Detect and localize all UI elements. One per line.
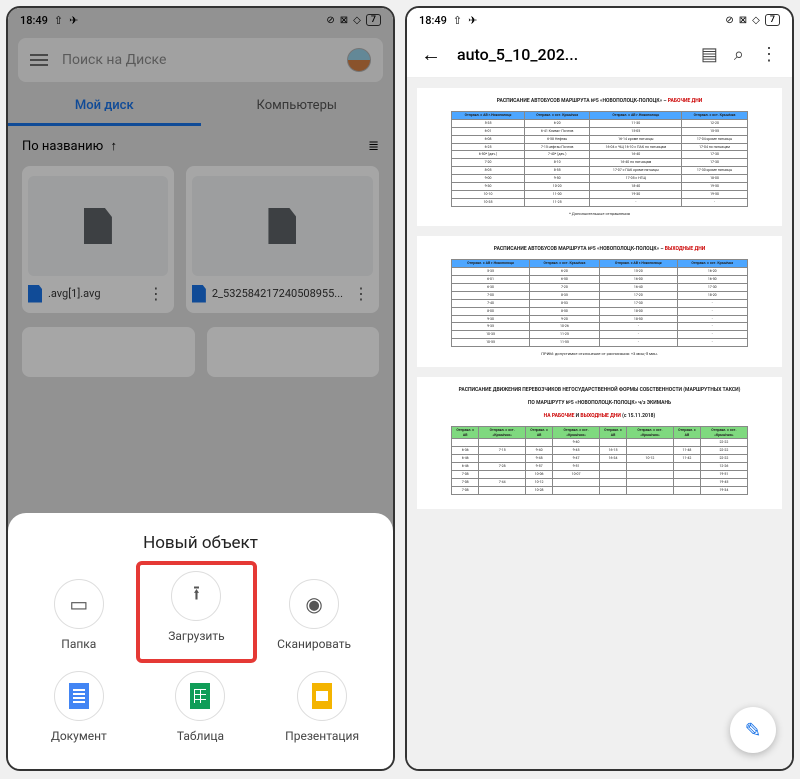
sort-button[interactable]: По названию ↑	[22, 138, 117, 154]
camera-icon: ◉	[289, 579, 339, 629]
back-icon[interactable]: ←	[421, 42, 441, 67]
folder-icon: ▭	[54, 579, 104, 629]
file-card[interactable]: 2_532584217240508955... ⋮	[186, 166, 379, 313]
sheet-upload-button[interactable]: ⭱ Загрузить	[136, 561, 258, 663]
docs-icon	[54, 671, 104, 721]
close-box-icon: ⊠	[739, 15, 747, 26]
view-toggle-icon[interactable]: ≣	[368, 139, 379, 154]
drive-tabs: Мой диск Компьютеры	[8, 88, 393, 126]
doc-page-3: РАСПИСАНИЕ ДВИЖЕНИЯ ПЕРЕВОЗЧИКОВ НЕГОСУД…	[417, 377, 782, 509]
dnd-icon: ⊘	[725, 15, 733, 26]
sheet-folder-button[interactable]: ▭ Папка	[18, 571, 140, 663]
file-type-icon	[28, 285, 42, 303]
doc-toolbar: ← auto_5_10_202... ▤ ⌕ ⋮	[407, 32, 792, 78]
phone-viewer: 18:49 ⇧ ✈ ⊘ ⊠ ◇ 7 ← auto_5_10_202... ▤ ⌕…	[405, 6, 794, 771]
search-in-doc-icon[interactable]: ⌕	[734, 44, 744, 65]
file-name: 2_532584217240508955...	[212, 287, 343, 300]
dnd-icon: ⊘	[326, 15, 334, 26]
battery-icon: 7	[765, 14, 780, 26]
doc-filename: auto_5_10_202...	[457, 45, 685, 64]
sheet-sheet-button[interactable]: Таблица	[140, 663, 262, 755]
wifi-icon: ◇	[752, 15, 760, 26]
doc-page-1: РАСПИСАНИЕ АВТОБУСОВ МАРШРУТА №5 «НОВОПО…	[417, 88, 782, 226]
file-card-peek[interactable]	[22, 327, 195, 377]
doc-page-2: РАСПИСАНИЕ АВТОБУСОВ МАРШРУТА №5 «НОВОПО…	[417, 236, 782, 366]
file-more-icon[interactable]: ⋮	[144, 284, 168, 303]
file-type-icon	[192, 285, 206, 303]
new-object-sheet: Новый объект ▭ Папка ⭱ Загрузить ◉ Скани…	[8, 513, 393, 769]
doc-pages[interactable]: РАСПИСАНИЕ АВТОБУСОВ МАРШРУТА №5 «НОВОПО…	[407, 78, 792, 769]
comment-icon[interactable]: ▤	[701, 44, 718, 65]
status-bar: 18:49 ⇧ ✈ ⊘ ⊠ ◇ 7	[407, 8, 792, 32]
battery-icon: 7	[366, 14, 381, 26]
sheet-scan-button[interactable]: ◉ Сканировать	[253, 571, 375, 663]
telegram-icon: ✈	[69, 14, 78, 27]
sheet-title: Новый объект	[18, 533, 383, 553]
search-placeholder: Поиск на Диске	[62, 52, 333, 68]
sort-arrow-icon: ↑	[110, 139, 117, 154]
avatar[interactable]	[347, 48, 371, 72]
file-icon	[268, 208, 296, 244]
file-more-icon[interactable]: ⋮	[349, 284, 373, 303]
phone-drive: 18:49 ⇧ ✈ ⊘ ⊠ ◇ 7 Поиск на Диске Мой дис…	[6, 6, 395, 771]
upload-indicator-icon: ⇧	[453, 14, 462, 27]
search-bar[interactable]: Поиск на Диске	[18, 38, 383, 82]
slides-icon	[297, 671, 347, 721]
upload-icon: ⭱	[171, 571, 221, 621]
wifi-icon: ◇	[353, 15, 361, 26]
sheet-doc-button[interactable]: Документ	[18, 663, 140, 755]
status-time: 18:49	[419, 14, 447, 27]
more-icon[interactable]: ⋮	[760, 44, 778, 65]
file-icon	[84, 208, 112, 244]
status-bar: 18:49 ⇧ ✈ ⊘ ⊠ ◇ 7	[8, 8, 393, 32]
status-time: 18:49	[20, 14, 48, 27]
sheet-slides-button[interactable]: Презентация	[261, 663, 383, 755]
upload-indicator-icon: ⇧	[54, 14, 63, 27]
file-card-peek[interactable]	[207, 327, 380, 377]
file-name: .avg[1].avg	[48, 287, 138, 300]
telegram-icon: ✈	[468, 14, 477, 27]
close-box-icon: ⊠	[340, 15, 348, 26]
tab-computers[interactable]: Компьютеры	[201, 88, 394, 126]
sheets-icon	[175, 671, 225, 721]
edit-fab[interactable]: ✎	[730, 707, 776, 753]
file-card[interactable]: .avg[1].avg ⋮	[22, 166, 174, 313]
menu-icon[interactable]	[30, 54, 48, 66]
tab-mydisk[interactable]: Мой диск	[8, 88, 201, 126]
